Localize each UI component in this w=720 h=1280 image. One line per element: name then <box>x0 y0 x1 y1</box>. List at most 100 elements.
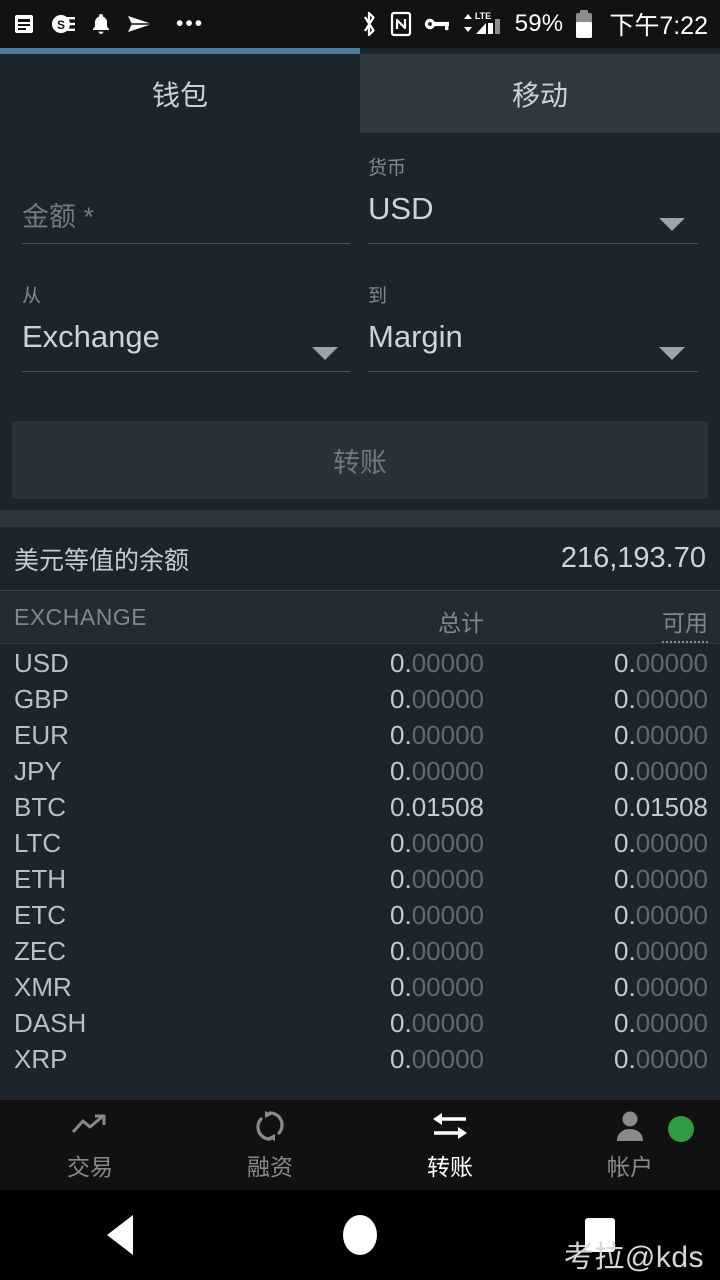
row-total: 0.01508 <box>390 791 484 822</box>
to-select[interactable]: Margin <box>368 319 463 355</box>
row-available: 0.00000 <box>614 971 708 1002</box>
chevron-down-icon[interactable] <box>659 218 685 231</box>
row-available: 0.00000 <box>614 827 708 858</box>
nav-item-trade[interactable]: 交易 <box>0 1100 180 1190</box>
table-row[interactable]: USD 0.00000 0.00000 <box>0 645 720 681</box>
row-symbol: DASH <box>14 1007 87 1038</box>
tab-bar: 钱包 移动 <box>0 48 720 133</box>
transfer-button-label: 转账 <box>333 447 387 478</box>
row-available: 0.00000 <box>614 863 708 894</box>
lte-signal-icon: LTE <box>462 10 504 38</box>
section-divider <box>0 510 720 527</box>
amount-underline <box>22 243 350 244</box>
currency-label: 货币 <box>368 158 407 179</box>
watermark-label: 考拉@kds <box>563 1241 704 1274</box>
row-symbol: LTC <box>14 827 62 858</box>
table-row[interactable]: ETH 0.00000 0.00000 <box>0 861 720 897</box>
row-available: 0.00000 <box>614 755 708 786</box>
currency-select[interactable]: USD <box>368 191 433 227</box>
row-symbol: USD <box>14 647 69 678</box>
row-total: 0.00000 <box>390 971 484 1002</box>
nav-label-trade: 交易 <box>67 1154 113 1180</box>
row-symbol: JPY <box>14 755 62 786</box>
currency-underline <box>368 243 698 244</box>
row-symbol: XMR <box>14 971 72 1002</box>
tab-wallet[interactable]: 钱包 <box>0 54 360 133</box>
row-symbol: ETH <box>14 863 66 894</box>
column-header-total[interactable]: 总计 <box>438 604 484 638</box>
svg-text:S: S <box>57 18 65 32</box>
row-total: 0.00000 <box>390 1007 484 1038</box>
table-row[interactable]: DASH 0.00000 0.00000 <box>0 1005 720 1041</box>
row-available: 0.00000 <box>614 1007 708 1038</box>
table-row[interactable]: XMR 0.00000 0.00000 <box>0 969 720 1005</box>
row-symbol: ZEC <box>14 935 66 966</box>
nav-label-funding: 融资 <box>247 1154 293 1180</box>
row-total: 0.00000 <box>390 827 484 858</box>
column-header-available[interactable]: 可用 <box>662 604 708 643</box>
row-total: 0.00000 <box>390 647 484 678</box>
status-bar: S ••• LTE 59% 下午7:22 <box>0 0 720 48</box>
table-row[interactable]: JPY 0.00000 0.00000 <box>0 753 720 789</box>
amount-input[interactable]: 金额 * <box>22 195 94 234</box>
row-available: 0.00000 <box>614 935 708 966</box>
transfer-arrows-icon <box>428 1108 472 1144</box>
row-available: 0.00000 <box>614 683 708 714</box>
table-row[interactable]: ETC 0.00000 0.00000 <box>0 897 720 933</box>
row-available: 0.00000 <box>614 899 708 930</box>
battery-percent-label: 59% <box>514 10 564 37</box>
table-row[interactable]: XRP 0.00000 0.00000 <box>0 1041 720 1077</box>
tab-wallet-label: 钱包 <box>151 79 208 111</box>
row-total: 0.00000 <box>390 755 484 786</box>
vpn-key-icon <box>423 14 451 34</box>
battery-icon <box>574 9 594 39</box>
to-value: Margin <box>368 319 463 354</box>
person-icon <box>615 1108 645 1144</box>
currency-value: USD <box>368 191 434 226</box>
status-bar-left-icons: S ••• <box>12 11 212 37</box>
table-row[interactable]: LTC 0.00000 0.00000 <box>0 825 720 861</box>
nav-item-funding[interactable]: 融资 <box>180 1100 360 1190</box>
row-symbol: GBP <box>14 683 69 714</box>
bluetooth-icon <box>359 10 379 38</box>
note-icon <box>12 12 36 36</box>
balance-value: 216,193.70 <box>560 542 706 574</box>
row-total: 0.00000 <box>390 719 484 750</box>
balance-label: 美元等值的余额 <box>14 546 190 575</box>
column-header-exchange[interactable]: EXCHANGE <box>14 604 147 631</box>
row-available: 0.00000 <box>614 1043 708 1074</box>
app-screen: S ••• LTE 59% 下午7:22 钱包 移动 金额 * 货币 USD 从… <box>0 0 720 1280</box>
table-row[interactable]: BTC 0.01508 0.01508 <box>0 789 720 825</box>
nav-label-transfer: 转账 <box>427 1154 473 1180</box>
transfer-button[interactable]: 转账 <box>12 421 708 499</box>
telegram-icon <box>126 13 154 35</box>
table-row[interactable]: GBP 0.00000 0.00000 <box>0 681 720 717</box>
from-label: 从 <box>22 286 42 307</box>
row-total: 0.00000 <box>390 1043 484 1074</box>
nav-label-account: 帐户 <box>607 1154 653 1180</box>
chevron-down-icon[interactable] <box>659 347 685 360</box>
table-row[interactable]: ZEC 0.00000 0.00000 <box>0 933 720 969</box>
system-home-button[interactable] <box>240 1215 480 1255</box>
wallet-table-body[interactable]: USD 0.00000 0.00000 GBP 0.00000 0.00000 EUR 0.0… <box>0 645 720 1100</box>
more-dots-icon: ••• <box>176 12 205 35</box>
row-total: 0.00000 <box>390 899 484 930</box>
to-underline <box>368 371 698 372</box>
s-badge-icon: S <box>50 11 76 37</box>
from-underline <box>22 371 350 372</box>
transfer-form: 金额 * 货币 USD 从 Exchange 到 Margin 转账 <box>0 133 720 508</box>
amount-placeholder: 金额 * <box>22 202 95 232</box>
row-total: 0.00000 <box>390 863 484 894</box>
trending-up-icon <box>70 1108 110 1144</box>
chevron-down-icon[interactable] <box>312 347 338 360</box>
nav-item-account[interactable]: 帐户 <box>540 1100 720 1190</box>
home-circle-icon <box>343 1215 377 1255</box>
table-row[interactable]: EUR 0.00000 0.00000 <box>0 717 720 753</box>
to-label: 到 <box>368 286 388 307</box>
nav-item-transfer[interactable]: 转账 <box>360 1100 540 1190</box>
from-select[interactable]: Exchange <box>22 319 160 355</box>
system-back-button[interactable] <box>0 1215 240 1255</box>
row-total: 0.00000 <box>390 683 484 714</box>
back-triangle-icon <box>107 1215 133 1255</box>
tab-move[interactable]: 移动 <box>360 54 720 133</box>
